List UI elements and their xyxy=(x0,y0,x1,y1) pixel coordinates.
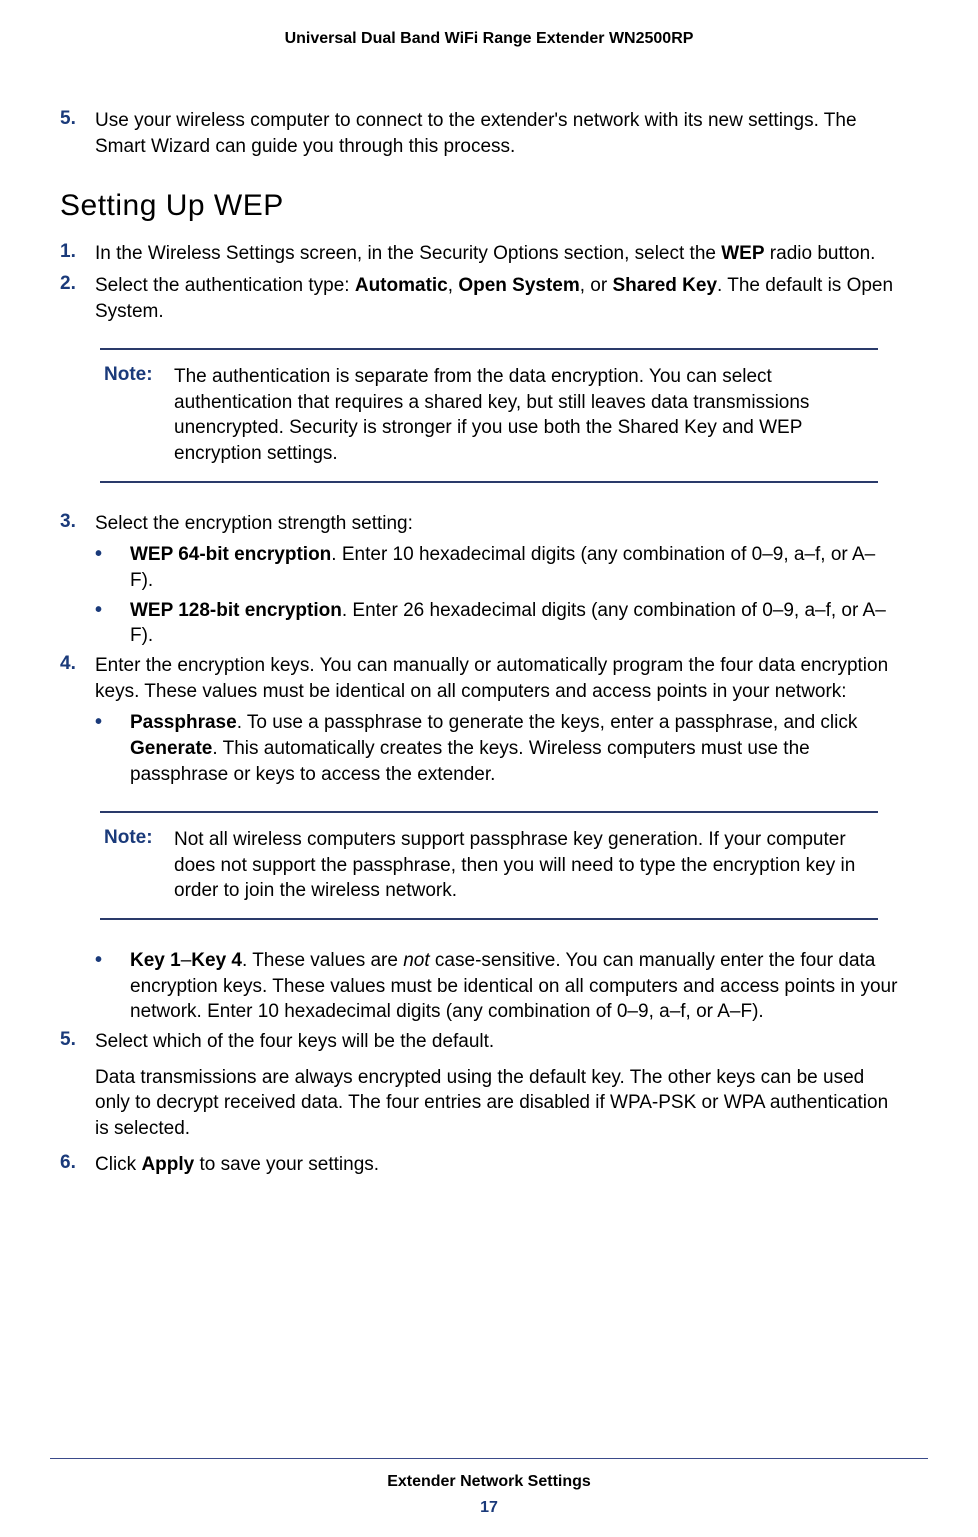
bullet-text: Passphrase. To use a passphrase to gener… xyxy=(130,710,898,787)
wep-step-4: 4. Enter the encryption keys. You can ma… xyxy=(60,653,898,704)
bullet-text: Key 1–Key 4. These values are not case-s… xyxy=(130,948,898,1025)
document-page: Universal Dual Band WiFi Range Extender … xyxy=(0,0,978,1537)
note-text: Not all wireless computers support passp… xyxy=(174,827,858,904)
note-label: Note: xyxy=(104,364,174,467)
term-automatic: Automatic xyxy=(355,275,448,296)
term-wep64: WEP 64-bit encryption xyxy=(130,544,331,565)
bullet-icon: • xyxy=(95,948,130,1025)
term-key4: Key 4 xyxy=(191,950,242,971)
term-key1: Key 1 xyxy=(130,950,181,971)
term-not: not xyxy=(403,950,429,971)
footer-page-number: 17 xyxy=(0,1499,978,1517)
bullet-wep128: • WEP 128-bit encryption. Enter 26 hexad… xyxy=(95,598,898,649)
wep-step-3: 3. Select the encryption strength settin… xyxy=(60,511,898,537)
text: In the Wireless Settings screen, in the … xyxy=(95,243,721,264)
step-number: 6. xyxy=(60,1152,95,1178)
bullet-text: WEP 128-bit encryption. Enter 26 hexadec… xyxy=(130,598,898,649)
wep-step-1: 1. In the Wireless Settings screen, in t… xyxy=(60,241,898,267)
step-text: Use your wireless computer to connect to… xyxy=(95,108,898,159)
term-open-system: Open System xyxy=(458,275,579,296)
term-generate: Generate xyxy=(130,738,212,759)
page-header-title: Universal Dual Band WiFi Range Extender … xyxy=(50,30,928,48)
step-text: Enter the encryption keys. You can manua… xyxy=(95,653,898,704)
bullet-keys: • Key 1–Key 4. These values are not case… xyxy=(95,948,898,1025)
bullet-icon: • xyxy=(95,710,130,787)
text-after: Data transmissions are always encrypted … xyxy=(95,1065,898,1142)
step-number: 2. xyxy=(60,273,95,324)
text: Select which of the four keys will be th… xyxy=(95,1029,898,1055)
note-inner: Note: The authentication is separate fro… xyxy=(104,364,858,467)
note-box-2: Note: Not all wireless computers support… xyxy=(100,811,878,920)
text: , xyxy=(448,275,459,296)
text: . This automatically creates the keys. W… xyxy=(130,738,810,785)
step-number: 5. xyxy=(60,1029,95,1146)
bullet-icon: • xyxy=(95,598,130,649)
step-text: Select the encryption strength setting: xyxy=(95,511,898,537)
term-apply: Apply xyxy=(141,1154,194,1175)
step-text: In the Wireless Settings screen, in the … xyxy=(95,241,898,267)
wep-step-6: 6. Click Apply to save your settings. xyxy=(60,1152,898,1178)
bullet-wep64: • WEP 64-bit encryption. Enter 10 hexade… xyxy=(95,542,898,593)
wep-step-5: 5. Select which of the four keys will be… xyxy=(60,1029,898,1146)
footer-section-name: Extender Network Settings xyxy=(0,1473,978,1491)
term-passphrase: Passphrase xyxy=(130,712,237,733)
bullet-text: WEP 64-bit encryption. Enter 10 hexadeci… xyxy=(130,542,898,593)
step-number: 1. xyxy=(60,241,95,267)
step-5-top: 5. Use your wireless computer to connect… xyxy=(60,108,898,159)
footer-rule xyxy=(50,1458,928,1459)
step-text: Select which of the four keys will be th… xyxy=(95,1029,898,1146)
bullet-icon: • xyxy=(95,542,130,593)
note-label: Note: xyxy=(104,827,174,904)
wep-step-2: 2. Select the authentication type: Autom… xyxy=(60,273,898,324)
text: . These values are xyxy=(242,950,403,971)
text: Click xyxy=(95,1154,141,1175)
step-number: 5. xyxy=(60,108,95,159)
text: – xyxy=(181,950,192,971)
text: . To use a passphrase to generate the ke… xyxy=(237,712,858,733)
note-inner: Note: Not all wireless computers support… xyxy=(104,827,858,904)
page-footer: Extender Network Settings 17 xyxy=(0,1458,978,1517)
step-text: Click Apply to save your settings. xyxy=(95,1152,898,1178)
term-wep: WEP xyxy=(721,243,764,264)
text: to save your settings. xyxy=(194,1154,379,1175)
note-box-1: Note: The authentication is separate fro… xyxy=(100,348,878,483)
text: , or xyxy=(580,275,613,296)
note-text: The authentication is separate from the … xyxy=(174,364,858,467)
term-shared-key: Shared Key xyxy=(612,275,717,296)
text: radio button. xyxy=(765,243,876,264)
step-number: 3. xyxy=(60,511,95,537)
term-wep128: WEP 128-bit encryption xyxy=(130,600,342,621)
step-text: Select the authentication type: Automati… xyxy=(95,273,898,324)
text: Select the authentication type: xyxy=(95,275,355,296)
bullet-passphrase: • Passphrase. To use a passphrase to gen… xyxy=(95,710,898,787)
step-number: 4. xyxy=(60,653,95,704)
main-content: 5. Use your wireless computer to connect… xyxy=(50,108,928,1177)
section-heading-wep: Setting Up WEP xyxy=(60,189,898,223)
